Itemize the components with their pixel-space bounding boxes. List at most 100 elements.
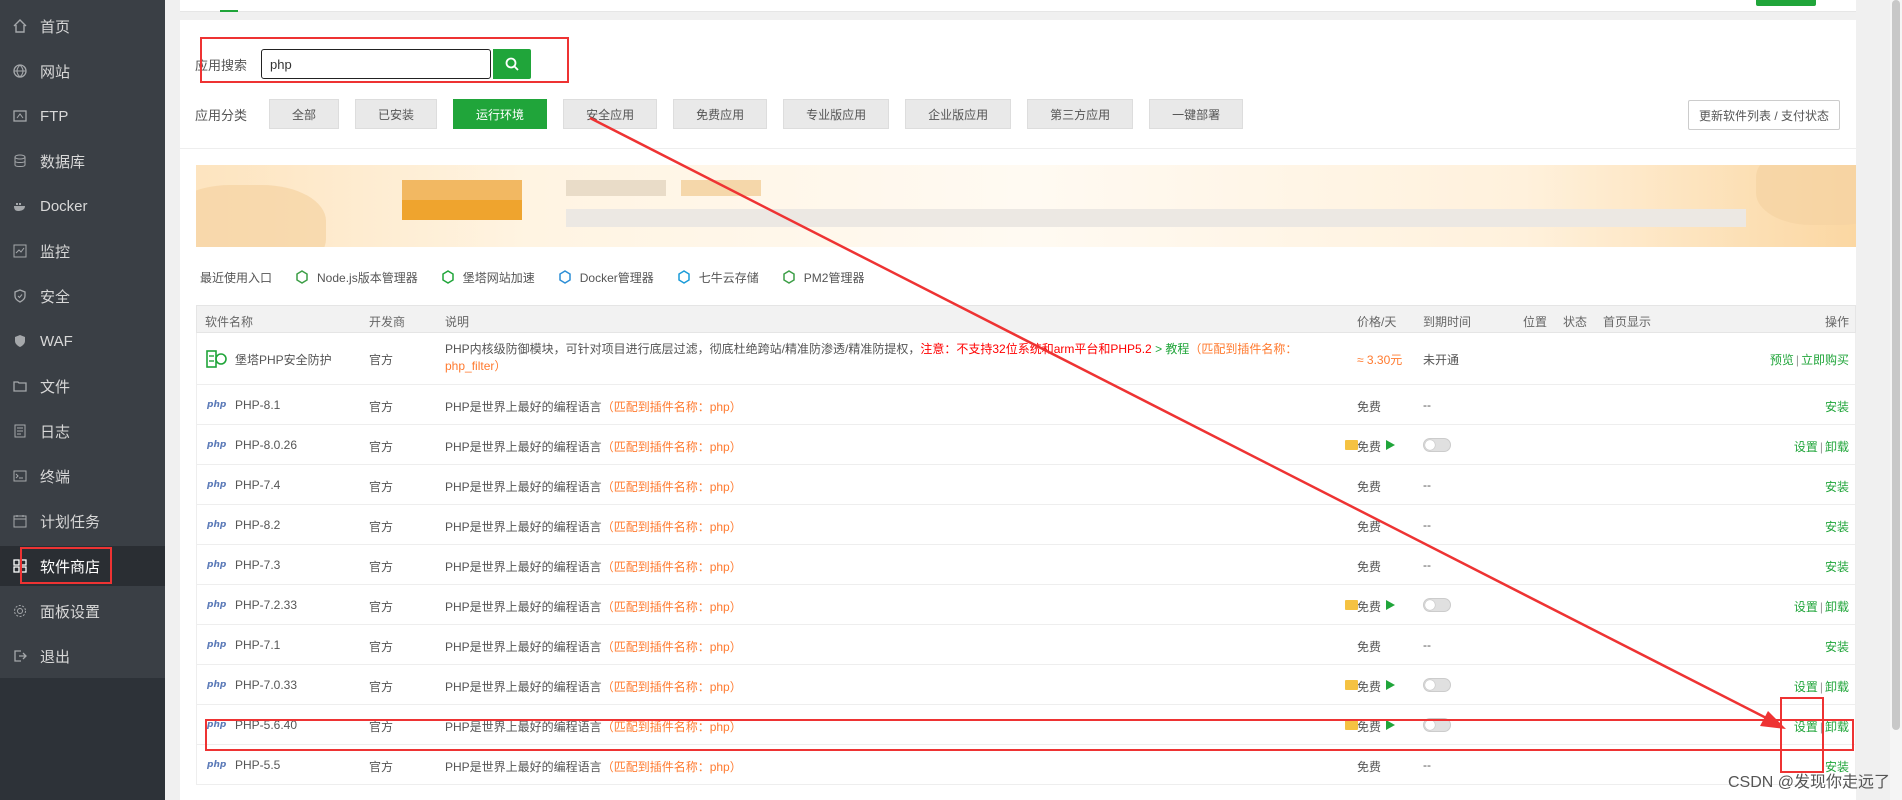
category-button[interactable]: 企业版应用: [905, 99, 1012, 129]
search-input[interactable]: php: [261, 49, 492, 79]
sidebar-item-3[interactable]: 数据库: [0, 141, 165, 181]
settings-link[interactable]: 设置: [1794, 600, 1818, 614]
uninstall-link[interactable]: 卸载: [1825, 600, 1849, 614]
install-link[interactable]: 安装: [1825, 398, 1849, 415]
table-row: php PHP-7.3 官方 PHP是世界上最好的编程语言（匹配到插件名称：php） 免…: [196, 545, 1856, 585]
sidebar-item-1[interactable]: 网站: [0, 51, 165, 91]
page-scrollbar[interactable]: [1890, 0, 1902, 800]
table-row: php PHP-7.0.33 官方 PHP是世界上最好的编程语言（匹配到插件名称：ph…: [196, 665, 1856, 705]
settings-link[interactable]: 设置: [1794, 680, 1818, 694]
uninstall-link[interactable]: 卸载: [1825, 440, 1849, 454]
desc-match: （匹配到插件名称：: [1189, 342, 1298, 356]
category-button[interactable]: 已安装: [355, 99, 438, 129]
table-row: php PHP-8.0.26 官方 PHP是世界上最好的编程语言（匹配到插件名称：ph…: [196, 425, 1856, 465]
sidebar-item-5[interactable]: 监控: [0, 231, 165, 271]
sidebar-item-10[interactable]: 终端: [0, 456, 165, 496]
recent-item[interactable]: 堡塔网站加速: [440, 269, 535, 286]
software-name: PHP-7.0.33: [235, 678, 298, 692]
recent-item-label: Node.js版本管理器: [317, 270, 418, 285]
software-desc: PHP是世界上最好的编程语言（匹配到插件名称：php）: [445, 518, 742, 535]
search-button[interactable]: [493, 49, 532, 79]
row-ops: 设置 | 卸载: [1794, 718, 1849, 735]
uninstall-link[interactable]: 卸载: [1825, 680, 1849, 694]
php-logo-icon: php: [207, 480, 227, 490]
top-action-button[interactable]: [1756, 0, 1816, 6]
php-logo-icon: php: [207, 400, 227, 410]
buy-link[interactable]: 立即购买: [1801, 353, 1849, 367]
software-price: ≈ 3.30元: [1357, 353, 1403, 367]
sidebar-item-14[interactable]: 退出: [0, 636, 165, 676]
software-expire: --: [1423, 558, 1431, 572]
desc-match: （匹配到插件名称：php）: [601, 400, 742, 414]
settings-link[interactable]: 设置: [1794, 720, 1818, 734]
sidebar-item-label: 文件: [40, 378, 71, 396]
sidebar-item-12[interactable]: 软件商店: [0, 546, 165, 586]
software-name: PHP-8.0.26: [235, 438, 298, 452]
category-button[interactable]: 一键部署: [1149, 99, 1244, 129]
install-link[interactable]: 安装: [1825, 518, 1849, 535]
category-button[interactable]: 专业版应用: [783, 99, 890, 129]
sidebar-item-label: Docker: [40, 197, 88, 215]
category-label: 应用分类: [195, 107, 248, 123]
uninstall-link[interactable]: 卸载: [1825, 720, 1849, 734]
software-store-panel: 应用搜索 php 应用分类 全部 已安装 运行环境 安全应用 免费应用 专业版应用 企业版应…: [180, 20, 1856, 800]
install-link[interactable]: 安装: [1825, 638, 1849, 655]
category-button[interactable]: 第三方应用: [1027, 99, 1134, 129]
software-price: 免费: [1357, 640, 1382, 654]
php-logo-icon: php: [207, 680, 227, 690]
category-button[interactable]: 全部: [269, 99, 340, 129]
sidebar-item-7[interactable]: WAF: [0, 321, 165, 361]
software-expire: 未开通: [1423, 353, 1460, 367]
promo-banner[interactable]: [196, 165, 1856, 247]
software-name: PHP-7.3: [235, 558, 281, 572]
recent-item[interactable]: PM2管理器: [781, 269, 864, 286]
sidebar-item-9[interactable]: 日志: [0, 411, 165, 451]
sidebar-item-6[interactable]: 安全: [0, 276, 165, 316]
home-display-toggle[interactable]: [1423, 678, 1451, 692]
home-display-toggle[interactable]: [1423, 438, 1451, 452]
category-button[interactable]: 运行环境: [453, 99, 548, 129]
software-name: PHP-7.2.33: [235, 598, 298, 612]
banner-decoration: [1756, 165, 1856, 225]
software-dev: 官方: [369, 440, 394, 454]
install-link[interactable]: 安装: [1825, 478, 1849, 495]
preview-link[interactable]: 预览: [1770, 353, 1794, 367]
header-price: 价格/天: [1357, 315, 1397, 329]
tutorial-link[interactable]: > 教程: [1152, 342, 1189, 356]
recent-item[interactable]: Docker管理器: [557, 269, 654, 286]
update-software-list-button[interactable]: 更新软件列表 / 支付状态: [1687, 100, 1840, 130]
folder-icon[interactable]: [1345, 680, 1358, 690]
play-icon[interactable]: [1386, 680, 1395, 690]
sidebar-item-2[interactable]: FTP: [0, 96, 165, 136]
desc-match: （匹配到插件名称：php）: [601, 680, 742, 694]
play-icon[interactable]: [1386, 720, 1395, 730]
settings-link[interactable]: 设置: [1794, 440, 1818, 454]
sidebar-item-0[interactable]: 首页: [0, 6, 165, 46]
recent-item-label: 堡塔网站加速: [462, 270, 535, 285]
sidebar-item-13[interactable]: 面板设置: [0, 591, 165, 631]
shield-plugin-icon: [206, 350, 227, 368]
install-link[interactable]: 安装: [1825, 558, 1849, 575]
monitor-icon: [12, 243, 28, 259]
category-button[interactable]: 免费应用: [673, 99, 768, 129]
home-display-toggle[interactable]: [1423, 718, 1451, 732]
banner-pixelated-text: [566, 209, 1746, 227]
software-desc: PHP是世界上最好的编程语言（匹配到插件名称：php）: [445, 478, 742, 495]
recent-item[interactable]: 七牛云存储: [676, 269, 759, 286]
folder-icon[interactable]: [1345, 600, 1358, 610]
play-icon[interactable]: [1386, 440, 1395, 450]
banner-pixelated-text: [681, 180, 761, 196]
home-display-toggle[interactable]: [1423, 598, 1451, 612]
folder-icon[interactable]: [1345, 720, 1358, 730]
play-icon[interactable]: [1386, 600, 1395, 610]
category-button[interactable]: 安全应用: [563, 99, 658, 129]
php-logo-icon: php: [207, 760, 227, 770]
header-status: 状态: [1563, 315, 1588, 329]
sidebar-item-11[interactable]: 计划任务: [0, 501, 165, 541]
software-expire: --: [1423, 638, 1431, 652]
folder-icon[interactable]: [1345, 440, 1358, 450]
scrollbar-thumb[interactable]: [1892, 0, 1900, 730]
sidebar-item-4[interactable]: Docker: [0, 186, 165, 226]
recent-item[interactable]: Node.js版本管理器: [294, 269, 418, 286]
sidebar-item-8[interactable]: 文件: [0, 366, 165, 406]
